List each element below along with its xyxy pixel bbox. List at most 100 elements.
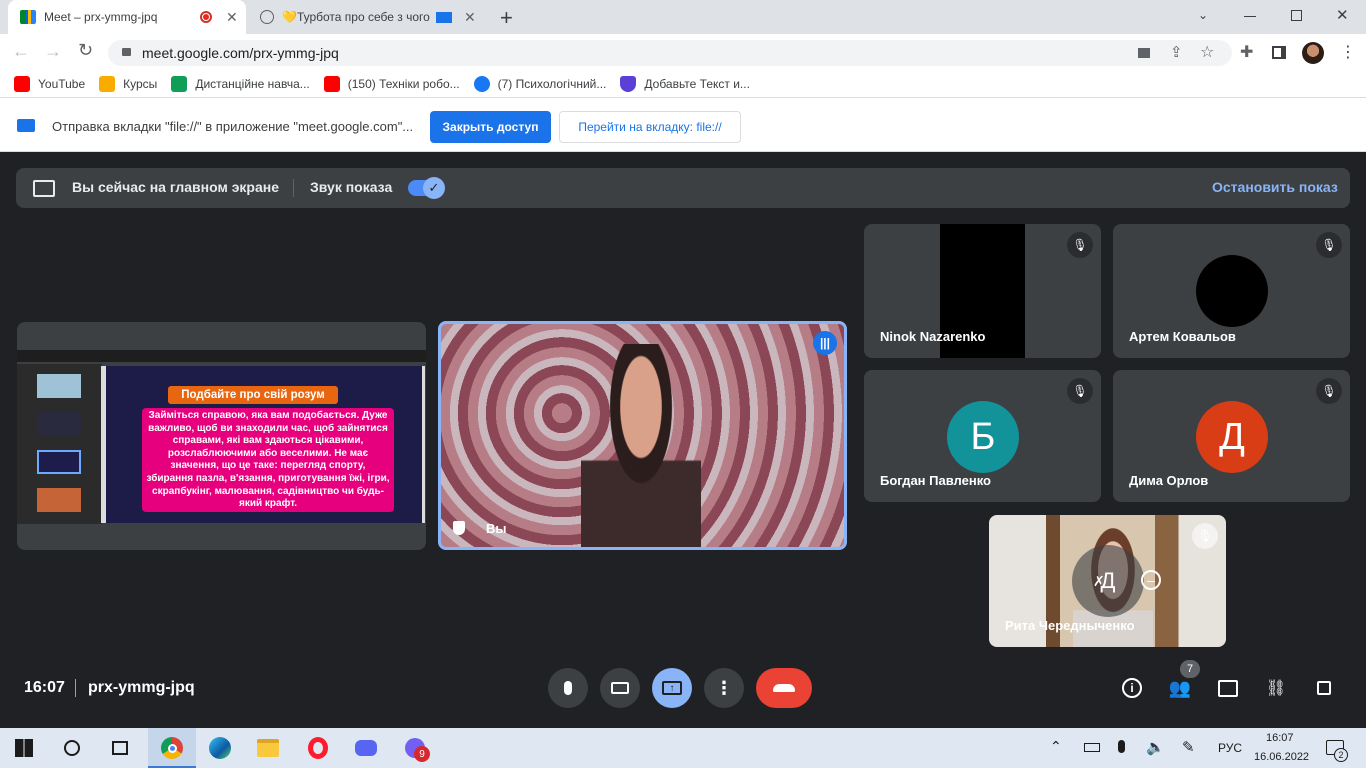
pen-icon[interactable]: ✎ [1182,738,1195,756]
activities-button[interactable]: ⛓ [1262,674,1290,702]
meeting-code: prx-ymmg-jpq [88,679,195,696]
maximize-icon[interactable] [1291,10,1302,21]
opera-icon[interactable] [306,736,330,760]
present-button[interactable]: ↑ [652,668,692,708]
people-button[interactable]: 👥 [1166,674,1194,702]
back-icon[interactable]: ← [12,41,30,62]
participant-tile[interactable]: 🎙 Артем Ковальов [1113,224,1350,358]
bookmark-kursy[interactable]: Курсы [99,75,157,92]
volume-icon[interactable]: 🔈 [1146,738,1165,756]
recording-indicator-icon [200,11,212,23]
activities-icon: ⛓ [1265,680,1287,697]
input-language[interactable]: РУС [1218,741,1242,755]
address-bar[interactable]: meet.google.com/prx-ymmg-jpq ⇪ ☆ [108,40,1232,66]
meeting-info-button[interactable]: i [1118,674,1146,702]
pin-icon[interactable] [453,521,465,535]
clock-date[interactable]: 16.06.2022 [1254,751,1309,763]
task-view-icon[interactable] [108,736,132,760]
notification-count-badge: 2 [1334,748,1348,762]
discord-icon[interactable] [354,736,378,760]
classroom-icon [99,75,116,92]
menu-icon[interactable]: ⋮ [1340,42,1356,62]
participant-tile[interactable]: 🎙 Ninok Nazarenko [864,224,1101,358]
infobar-text: Отправка вкладки "file://" в приложение … [52,119,414,134]
tab-turbota[interactable]: 💛Турбота про себе з чого ✕ [250,0,490,34]
avatar: Б [947,401,1019,473]
forward-icon[interactable]: → [44,41,62,62]
bookmark-star-icon[interactable]: ☆ [1200,42,1214,62]
speaking-indicator-icon: ||| [813,331,837,355]
participant-tile[interactable]: Б 🎙 Богдан Павленко [864,370,1101,502]
bookmark-psych[interactable]: (7) Психологічний... [473,75,606,92]
windows-start-icon[interactable] [12,736,36,760]
tab-meet[interactable]: Meet – prx-ymmg-jpq ✕ [8,0,246,34]
close-window-icon[interactable]: ✕ [1336,6,1349,24]
new-tab-icon[interactable]: + [500,5,513,31]
share-icon[interactable]: ⇪ [1170,43,1183,61]
slide-body: Займіться справою, яка вам подобається. … [142,408,394,512]
reload-icon[interactable]: ↻ [78,40,93,61]
globe-icon [260,10,274,24]
slide-thumbnail[interactable] [37,412,81,436]
participant-name: Богдан Павленко [880,473,991,488]
slide-thumbnails-panel [17,364,102,524]
mic-muted-icon: 🎙 [1316,378,1342,404]
divider [293,179,294,197]
tab-search-icon[interactable]: ⌄ [1198,8,1208,22]
chat-icon [1218,679,1238,697]
pin-icon[interactable]: ✗ [1093,573,1105,590]
slide-thumbnail[interactable] [37,488,81,512]
meet-favicon-icon [20,10,36,24]
microphone-tray-icon[interactable] [1118,740,1125,753]
extensions-icon[interactable]: ✚ [1240,42,1253,62]
leave-call-button[interactable] [756,668,812,708]
microphone-button[interactable] [548,668,588,708]
mic-muted-icon: 🎙 [1316,232,1342,258]
stop-sharing-button[interactable]: Закрыть доступ [430,111,551,143]
chat-button[interactable] [1214,674,1242,702]
host-controls-button[interactable] [1310,674,1338,702]
slide-thumbnail[interactable] [37,374,81,398]
search-icon[interactable] [60,736,84,760]
bookmark-techniques[interactable]: (150) Техніки робо... [323,75,460,92]
close-tab-icon[interactable]: ✕ [226,9,238,26]
bookmark-distance[interactable]: Дистанційне навча... [171,75,310,92]
participant-tile[interactable]: Д 🎙 Дима Орлов [1113,370,1350,502]
camera-icon[interactable] [1138,48,1150,58]
show-hidden-icons[interactable]: ⌃ [1050,738,1062,755]
edge-icon[interactable] [208,736,232,760]
browser-tab-bar: Meet – prx-ymmg-jpq ✕ 💛Турбота про себе … [0,0,1366,34]
bookmarks-bar: YouTube Курсы Дистанційне навча... (150)… [0,70,1366,98]
hang-up-icon [773,684,795,692]
more-options-button[interactable]: ⋮ [704,668,744,708]
switch-to-tab-button[interactable]: Перейти на вкладку: file:// [559,111,741,143]
file-explorer-icon[interactable] [256,736,280,760]
share-tab-icon [17,119,35,132]
hover-overlay: Д [1072,545,1144,617]
bookmark-add-text[interactable]: Добавьте Текст и... [620,75,750,92]
battery-icon[interactable] [1084,743,1100,752]
stop-presenting-button[interactable]: Остановить показ [1212,179,1338,195]
slide-canvas: Подбайте про свій розум Займіться справо… [101,366,425,523]
slide-title: Подбайте про свій розум [168,386,338,404]
chrome-icon[interactable] [160,736,184,760]
participant-tile[interactable]: Д ✗ – 🎙 Рита Чередныченко [989,515,1226,647]
youtube-icon [323,75,340,92]
more-vert-icon: ⋮ [715,677,733,698]
minimize-icon[interactable] [1244,16,1256,17]
side-panel-icon[interactable] [1272,46,1286,59]
remove-icon[interactable]: – [1141,570,1161,590]
presentation-tile[interactable]: Подбайте про свій розум Займіться справо… [17,322,426,550]
clock-time[interactable]: 16:07 [1266,732,1294,744]
presentation-audio-toggle[interactable]: ✓ [408,177,445,199]
youtube-icon [14,75,30,92]
people-icon: 👥 [1168,677,1192,698]
participant-name: Артем Ковальов [1129,329,1236,344]
self-video-tile[interactable]: Вы ||| [438,321,847,550]
slide-thumbnail[interactable] [37,450,81,474]
camera-button[interactable] [600,668,640,708]
bookmark-youtube[interactable]: YouTube [14,75,85,92]
present-screen-icon [33,180,55,197]
avatar[interactable] [1302,42,1324,64]
close-tab-icon[interactable]: ✕ [464,9,476,26]
